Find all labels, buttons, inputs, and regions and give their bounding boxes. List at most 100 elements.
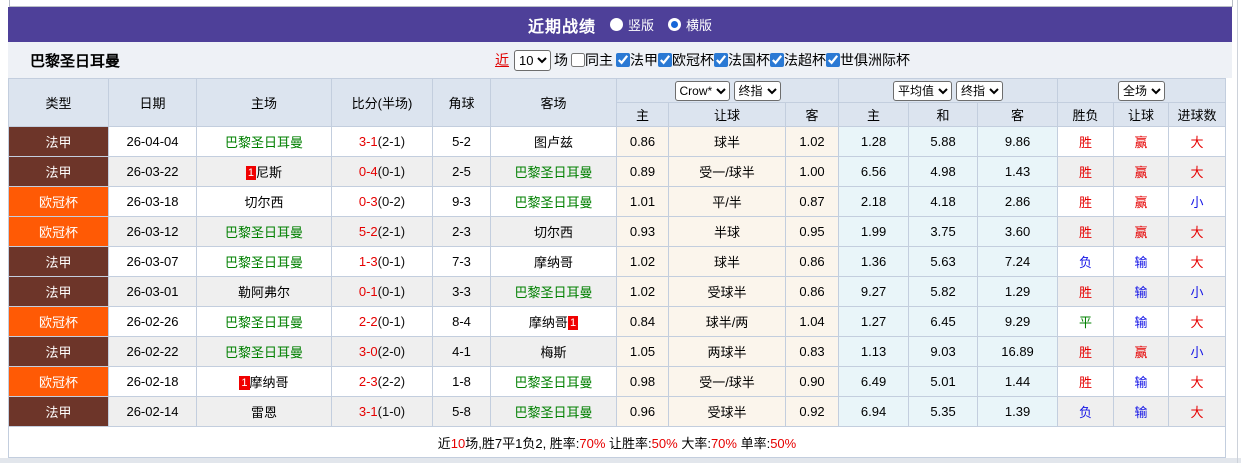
match-row: 法甲 26-03-22 1 尼斯 0-4(0-1) 2-5 巴黎圣日耳曼 0.89 受一/球半 1…	[8, 156, 1227, 187]
competition-filter[interactable]: 法超杯	[770, 50, 826, 70]
same-home-checkbox[interactable]	[571, 53, 585, 67]
radio-icon-vertical[interactable]	[609, 18, 623, 31]
halftime-score: (2-2)	[377, 374, 406, 389]
competition-filter[interactable]: 世俱洲际杯	[826, 50, 910, 70]
radio-icon-horizontal[interactable]	[668, 18, 681, 31]
euro-stage-select[interactable]: 终指	[956, 80, 1004, 101]
corner-cell: 4-1	[432, 336, 491, 367]
asian-handicap-cell: 两球半	[668, 336, 786, 367]
competition-checkbox[interactable]	[714, 53, 728, 67]
same-home-filter[interactable]: 同主	[571, 50, 613, 70]
col-header-handicap-result: 让球	[1113, 102, 1170, 127]
date-cell: 26-04-04	[108, 126, 197, 157]
euro-draw-odds-cell: 3.75	[908, 216, 979, 247]
euro-home-odds-cell: 6.56	[838, 156, 910, 187]
team-name: 切尔西	[244, 195, 284, 210]
corner-cell: 8-4	[432, 306, 491, 337]
scope-select[interactable]: 全场	[1118, 80, 1166, 101]
euro-draw-odds-cell: 9.03	[908, 336, 979, 367]
away-team-cell: 巴黎圣日耳曼	[490, 276, 617, 307]
score-cell: 3-1(2-1)	[331, 126, 433, 157]
home-team-cell: 巴黎圣日耳曼	[196, 306, 332, 337]
recent-link[interactable]: 近	[495, 50, 509, 70]
score-cell: 3-1(1-0)	[331, 396, 433, 427]
radio-label-horizontal: 横版	[686, 18, 713, 33]
asian-home-odds-cell: 0.86	[616, 126, 669, 157]
euro-away-odds-cell: 9.29	[977, 306, 1059, 337]
bookmaker-select[interactable]: Crow*	[674, 80, 730, 101]
fulltime-score: 3-0	[358, 344, 378, 359]
score-cell: 0-4(0-1)	[331, 156, 433, 187]
date-cell: 26-02-26	[108, 306, 197, 337]
radio-option-vertical[interactable]: 竖版	[609, 15, 654, 34]
competition-filter[interactable]: 欧冠杯	[658, 50, 714, 70]
competition-checkbox[interactable]	[658, 53, 672, 67]
bookmaker-stage-select[interactable]: 终指	[733, 80, 781, 101]
asian-home-odds-cell: 0.96	[616, 396, 669, 427]
title-bar: 近期战绩 竖版 横版	[8, 7, 1232, 42]
halftime-score: (0-1)	[377, 284, 406, 299]
team-name: 图卢兹	[533, 135, 573, 150]
asian-handicap-cell: 受一/球半	[668, 156, 786, 187]
euro-home-odds-cell: 2.18	[838, 186, 910, 217]
away-team-cell: 巴黎圣日耳曼	[490, 186, 617, 217]
competition-filter[interactable]: 法甲	[616, 50, 658, 70]
halftime-score: (0-1)	[377, 314, 406, 329]
date-cell: 26-02-22	[108, 336, 197, 367]
radio-option-horizontal[interactable]: 横版	[668, 15, 712, 34]
goals-result-cell: 大	[1168, 396, 1227, 427]
home-team-cell: 勒阿弗尔	[196, 276, 332, 307]
asian-away-odds-cell: 0.95	[784, 216, 840, 247]
handicap-result-cell: 输	[1113, 276, 1170, 307]
result-cell: 负	[1057, 246, 1115, 277]
asian-handicap-cell: 球半	[668, 246, 786, 277]
asian-home-odds-cell: 0.89	[616, 156, 669, 187]
summary-segment: 70%	[579, 435, 606, 451]
halftime-score: (2-1)	[377, 134, 406, 149]
summary-segment: 70%	[710, 435, 737, 451]
col-header-corner: 角球	[432, 78, 491, 127]
handicap-result-cell: 赢	[1113, 216, 1170, 247]
summary-segment: 大率:	[677, 435, 711, 451]
date-cell: 26-03-01	[108, 276, 197, 307]
match-row: 法甲 26-02-22 巴黎圣日耳曼 3-0(2-0) 4-1 梅斯 1.05 两球半 0.83…	[8, 336, 1227, 367]
competition-filter[interactable]: 法国杯	[714, 50, 770, 70]
away-team-cell: 摩纳哥 1	[490, 306, 617, 337]
team-name: 巴黎圣日耳曼	[224, 135, 303, 150]
score-cell: 5-2(2-1)	[331, 216, 433, 247]
halftime-score: (0-1)	[377, 164, 406, 179]
handicap-result-cell: 输	[1113, 306, 1170, 337]
handicap-result-cell: 赢	[1113, 186, 1170, 217]
competition-checkbox[interactable]	[616, 53, 630, 67]
team-title: 巴黎圣日耳曼	[30, 52, 121, 70]
competition-cell: 欧冠杯	[8, 306, 109, 337]
asian-handicap-cell: 受球半	[668, 276, 786, 307]
team-name: 摩纳哥	[533, 255, 573, 270]
away-team-cell: 切尔西	[490, 216, 617, 247]
match-row: 欧冠杯 26-02-26 巴黎圣日耳曼 2-2(0-1) 8-4 摩纳哥 1 0.84 球半/两…	[8, 306, 1227, 337]
euro-away-odds-cell: 1.39	[977, 396, 1059, 427]
score-cell: 0-3(0-2)	[331, 186, 433, 217]
corner-cell: 2-3	[432, 216, 491, 247]
summary-segment: 50%	[651, 435, 678, 451]
corner-cell: 3-3	[432, 276, 491, 307]
halftime-score: (0-2)	[377, 194, 406, 209]
goals-result-cell: 大	[1168, 246, 1227, 277]
team-name: 巴黎圣日耳曼	[514, 405, 593, 420]
corner-cell: 1-8	[432, 366, 491, 397]
goals-result-cell: 大	[1168, 126, 1227, 157]
euro-home-odds-cell: 9.27	[838, 276, 910, 307]
col-header-euro-away: 客	[977, 102, 1059, 127]
fulltime-score: 3-1	[358, 404, 378, 419]
result-cell: 胜	[1057, 186, 1115, 217]
competition-checkbox[interactable]	[826, 53, 840, 67]
competition-checkbox[interactable]	[770, 53, 784, 67]
result-cell: 负	[1057, 396, 1115, 427]
result-cell: 胜	[1057, 216, 1115, 247]
recent-count-select[interactable]: 10	[514, 49, 551, 71]
filter-controls: 近 10 场 同主 法甲 欧冠杯 法国杯 法超杯 世俱洲际杯	[495, 49, 910, 71]
asian-home-odds-cell: 1.02	[616, 246, 669, 277]
fulltime-score: 5-2	[358, 224, 378, 239]
euro-avg-select[interactable]: 平均值	[893, 80, 953, 101]
asian-home-odds-cell: 0.93	[616, 216, 669, 247]
